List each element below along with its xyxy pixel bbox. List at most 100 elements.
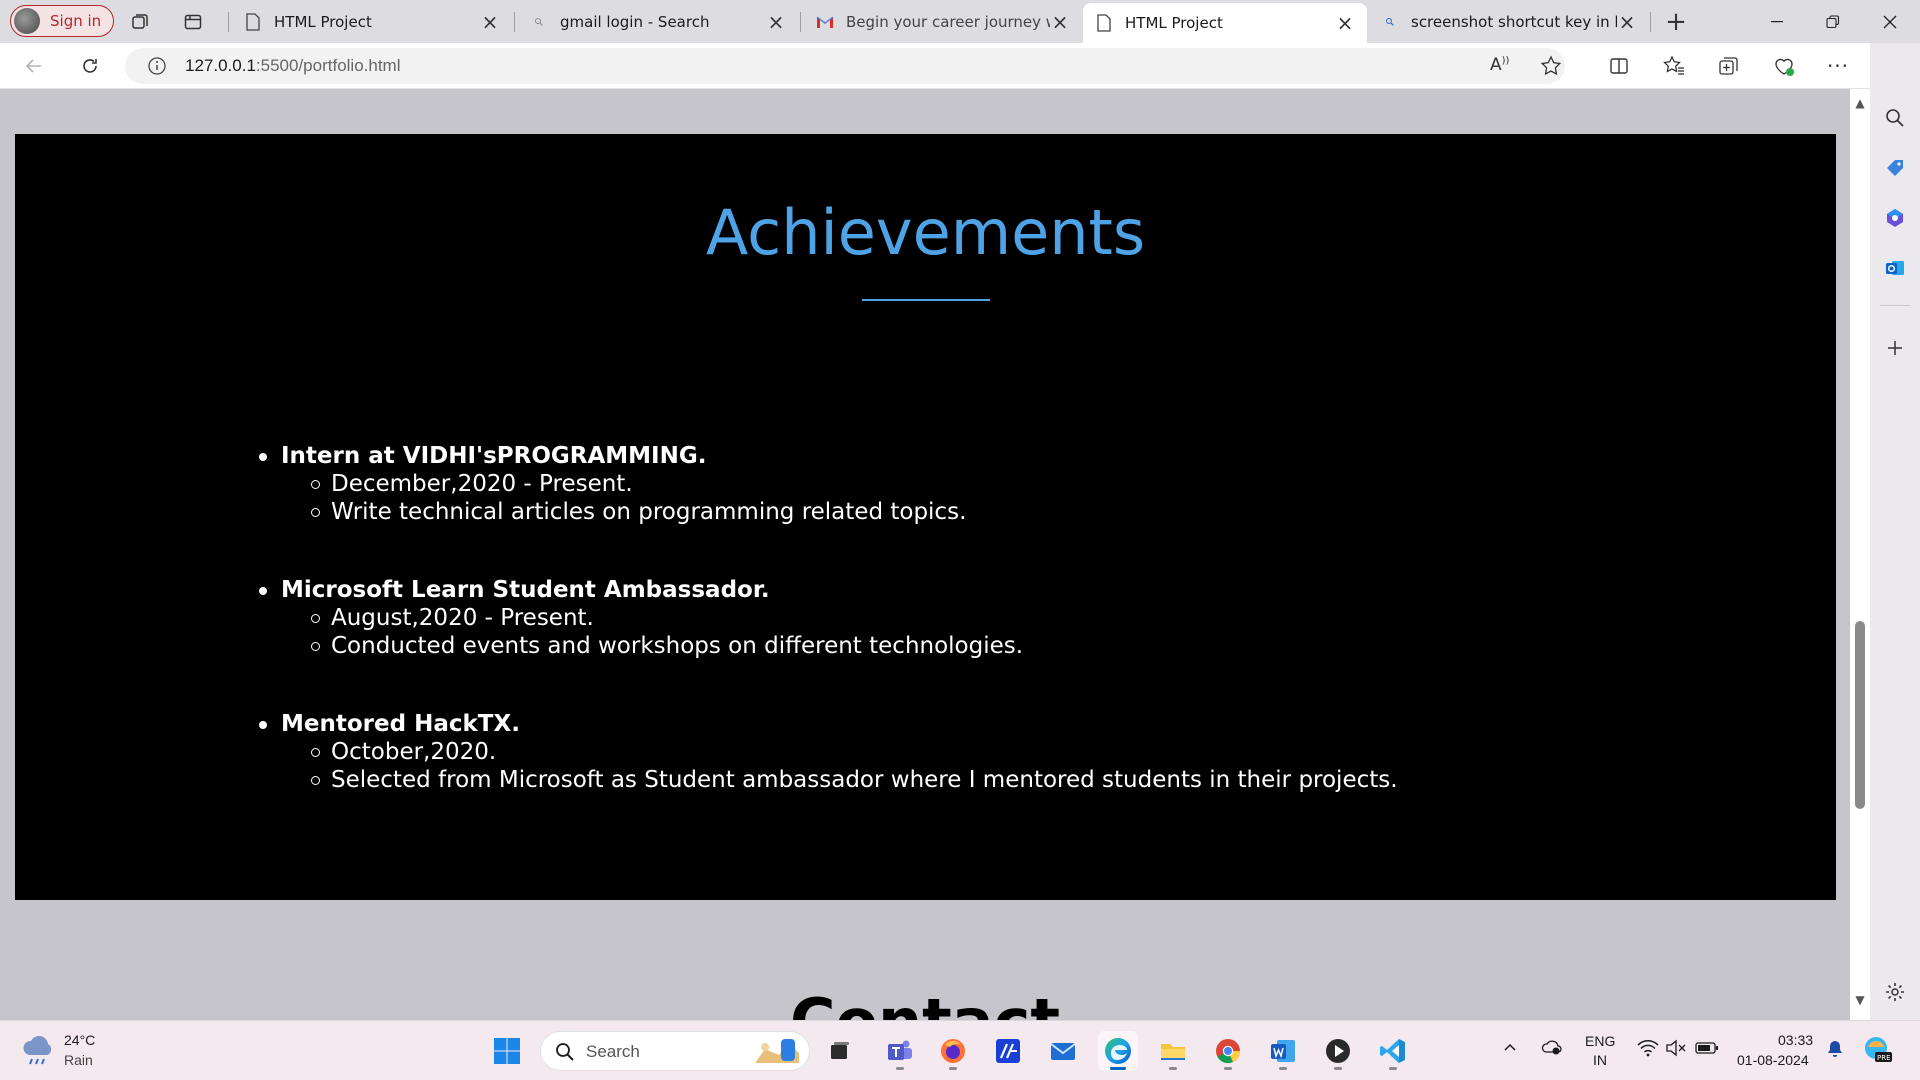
achievement-description: Selected from Microsoft as Student ambas… [311,767,1398,793]
chrome-icon[interactable] [1208,1031,1248,1071]
m365-icon[interactable] [1880,203,1910,233]
teams-icon[interactable] [880,1031,920,1071]
search-icon [555,1042,575,1066]
minimize-icon[interactable] [1749,0,1804,43]
achievement-details: October,2020. Selected from Microsoft as… [265,738,1398,794]
clock-date[interactable]: 01-08-2024 [1737,1052,1809,1068]
outlook-icon[interactable] [1880,253,1910,283]
achievement-date: August,2020 - Present. [311,604,1398,632]
favorite-star-icon[interactable] [1540,55,1562,81]
firefox-icon[interactable] [933,1031,973,1071]
weather-rain-icon[interactable] [20,1033,56,1073]
search-highlight-icon [751,1037,803,1071]
more-options-icon[interactable]: ··· [1822,50,1854,82]
close-icon[interactable]: × [480,10,500,34]
mail-icon[interactable] [1043,1031,1083,1071]
split-screen-icon[interactable] [1603,50,1635,82]
tab-title: gmail login - Search [560,13,710,31]
onedrive-sync-icon[interactable] [1540,1037,1564,1061]
tab-html-project-active[interactable]: HTML Project × [1083,3,1367,43]
tab-title: Begin your career journey with [846,13,1050,31]
close-icon[interactable]: × [1335,11,1355,35]
clock-time[interactable]: 03:33 [1778,1032,1813,1048]
workspaces-icon[interactable] [124,6,156,38]
tab-gmail-search[interactable]: gmail login - Search × [518,4,798,40]
search-icon[interactable] [1880,103,1910,133]
achievement-date: October,2020. [311,738,1398,766]
weather-temp: 24°C [64,1032,96,1048]
collections-icon[interactable] [1713,50,1745,82]
address-bar[interactable]: 127.0.0.1:5500/portfolio.html A)) [125,48,1565,84]
start-windows-icon[interactable] [487,1031,527,1071]
site-info-icon[interactable] [147,56,167,80]
region-code[interactable]: IN [1593,1052,1607,1068]
wifi-icon[interactable] [1637,1039,1659,1061]
new-tab-button[interactable]: + [1660,6,1692,38]
read-aloud-icon[interactable]: A)) [1490,55,1509,75]
favorites-icon[interactable] [1658,50,1690,82]
gmail-icon [816,13,834,31]
page-scrollbar[interactable]: ▲ ▼ [1850,89,1870,1020]
close-icon[interactable]: × [766,10,786,34]
shopping-tag-icon[interactable] [1880,153,1910,183]
page-icon [244,13,262,31]
restore-icon[interactable] [1805,0,1860,43]
refresh-icon[interactable] [74,50,106,82]
edge-sidebar [1870,43,1920,1020]
volume-muted-icon[interactable] [1665,1039,1687,1061]
tab-separator [514,12,515,32]
word-icon[interactable] [1263,1031,1303,1071]
notification-bell-icon[interactable] [1825,1039,1845,1063]
show-hidden-icons-icon[interactable] [1502,1039,1518,1059]
close-icon[interactable]: × [1050,10,1070,34]
achievement-item: Intern at VIDHI'sPROGRAMMING. December,2… [259,442,1398,526]
achievements-title: Achievements [705,196,1146,269]
tab-actions-icon[interactable] [177,6,209,38]
tab-separator [228,12,229,32]
scroll-up-icon[interactable]: ▲ [1854,97,1866,109]
scroll-down-icon[interactable]: ▼ [1854,994,1866,1006]
task-view-icon[interactable] [820,1031,860,1071]
tab-strip: Sign in HTML Project × gmail login - Sea… [0,0,1920,43]
close-icon[interactable]: × [1617,10,1637,34]
scroll-thumb[interactable] [1855,621,1865,809]
search-icon [530,13,548,31]
vscode-icon[interactable] [1373,1031,1413,1071]
tab-title: HTML Project [274,13,372,31]
achievement-item: Microsoft Learn Student Ambassador. Augu… [259,576,1398,660]
achievement-item: Mentored HackTX. October,2020. Selected … [259,710,1398,794]
code-editor-icon[interactable] [988,1031,1028,1071]
page-viewport: Achievements Intern at VIDHI'sPROGRAMMIN… [0,89,1850,1020]
achievement-date: December,2020 - Present. [311,470,1398,498]
battery-icon[interactable] [1695,1040,1719,1060]
url-path: :5500/portfolio.html [255,56,401,75]
achievement-description: Conducted events and workshops on differ… [311,632,1398,660]
language-code[interactable]: ENG [1585,1033,1615,1049]
settings-gear-icon[interactable] [1880,977,1910,1007]
page-icon [1095,14,1113,32]
media-player-icon[interactable] [1318,1031,1358,1071]
search-icon [1381,13,1399,31]
copilot-preview-icon[interactable]: PRE [1863,1035,1893,1069]
tab-screenshot-search[interactable]: screenshot shortcut key in lapt × [1369,4,1649,40]
edge-icon[interactable] [1098,1031,1138,1071]
tab-career-journey[interactable]: Begin your career journey with × [804,4,1082,40]
url-text[interactable]: 127.0.0.1:5500/portfolio.html [185,56,401,76]
signin-label: Sign in [50,12,102,30]
file-explorer-icon[interactable] [1153,1031,1193,1071]
sidebar-divider [1880,305,1910,306]
tab-separator [1650,12,1651,32]
achievements-section: Achievements Intern at VIDHI'sPROGRAMMIN… [15,134,1836,900]
add-icon[interactable] [1880,333,1910,363]
profile-signin-button[interactable]: Sign in [10,5,115,37]
search-label: Search [586,1042,640,1061]
browser-toolbar: 127.0.0.1:5500/portfolio.html A)) ··· [0,43,1920,89]
taskbar-search-box[interactable]: Search [540,1031,810,1071]
windows-taskbar: 24°C Rain Search ENG IN 03:33 01-08-2024… [0,1020,1920,1080]
browser-essentials-icon[interactable] [1768,50,1800,82]
tab-title: HTML Project [1125,14,1223,32]
title-underline [862,299,990,301]
back-icon[interactable] [18,50,50,82]
close-window-icon[interactable] [1862,0,1917,43]
tab-html-project-1[interactable]: HTML Project × [232,4,512,40]
